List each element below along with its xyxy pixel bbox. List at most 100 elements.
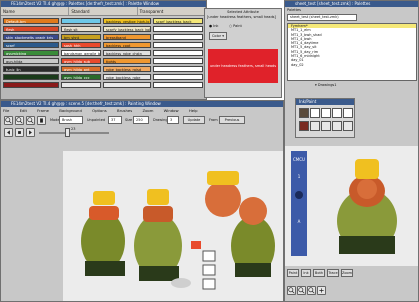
palette-cell-c[interactable] (153, 42, 203, 48)
palette-cell-b[interactable]: backless_coat (103, 42, 151, 48)
column-header-name[interactable]: Name (1, 7, 70, 15)
hand-tool-icon[interactable] (37, 116, 46, 125)
palette-cell-standard[interactable]: flesh sit (61, 26, 101, 32)
palette-cell-standard[interactable]: bandsman_gergile_bm_stm (61, 50, 101, 56)
ink-radio[interactable]: ● Ink (209, 24, 218, 28)
menu-frame[interactable]: Frame (37, 108, 49, 113)
prev-frame-icon[interactable] (4, 128, 13, 137)
menu-zoom[interactable]: Zoom (142, 108, 153, 113)
zoom-tool-icon[interactable] (343, 121, 353, 131)
palette-cell-standard[interactable]: gym_hilda_sub (61, 58, 101, 64)
tab-both[interactable]: Both (313, 269, 325, 277)
palette-cell-standard[interactable]: gym_hilda_pnt (61, 66, 101, 72)
palette-cell-b[interactable]: scarfy_backless_back_kobi (103, 26, 151, 32)
palette-cell-standard[interactable]: bm_shnt (61, 34, 101, 40)
palette-row[interactable]: flesh flesh sit scarfy_backless_back_kob… (1, 26, 206, 33)
stop-icon[interactable] (15, 128, 24, 137)
ink-tool-icon[interactable] (310, 121, 320, 131)
column-header-transparent[interactable]: Transparent (138, 7, 206, 15)
menu-brushes[interactable]: Brushes (117, 108, 132, 113)
tab-ink[interactable]: Ink (301, 269, 311, 277)
palette-cell-name[interactable] (3, 82, 59, 88)
palette-cell-c[interactable] (153, 50, 203, 56)
tab-trace[interactable]: Trace (327, 269, 339, 277)
palette-cell-b[interactable]: tights (103, 58, 151, 64)
palette-cell-name[interactable]: scarf (3, 42, 59, 48)
palette-row[interactable]: gyumicking bandsman_gergile_bm_stm backl… (1, 50, 206, 57)
next-frame-icon[interactable] (26, 128, 35, 137)
zoom-reset-icon[interactable] (26, 116, 35, 125)
palette-select[interactable]: sheet_test (sheet_test.zmk) (287, 14, 357, 21)
palette-cell-b[interactable]: breastband (103, 34, 151, 40)
palette-cell-c[interactable] (153, 58, 203, 64)
palette-cell-name[interactable] (3, 74, 59, 80)
column-header-standard[interactable]: Standard (69, 7, 138, 15)
frame-slider-handle[interactable] (65, 128, 70, 137)
unpainted-field[interactable]: 37 (108, 116, 122, 124)
palette-cell-c[interactable] (153, 66, 203, 72)
palette-row[interactable]: Default-bm backless_vestige_high-lo scar… (1, 18, 206, 25)
palette-row[interactable] (1, 82, 206, 89)
menu-background[interactable]: Background (59, 108, 82, 113)
painting-canvas[interactable] (63, 151, 283, 301)
eraser-tool-icon[interactable] (332, 121, 342, 131)
zoom-out-icon[interactable] (297, 286, 306, 295)
palette-cell-c[interactable] (153, 26, 203, 32)
palette-cell-name[interactable]: tunic_lin (3, 66, 59, 72)
palette-cell-c[interactable] (153, 74, 203, 80)
menu-options[interactable]: Options (92, 108, 107, 113)
update-button[interactable]: Update (183, 116, 205, 124)
magnify-tool-icon[interactable] (343, 108, 353, 118)
palette-cell-c[interactable] (153, 34, 203, 40)
palette-cell-b[interactable]: backless_robe_chstn (103, 50, 151, 56)
palette-cell-b[interactable]: backless_vestige_high-lo (103, 18, 151, 24)
palette-cell-c[interactable]: scarf_backless_back (153, 18, 203, 24)
palette-list-item[interactable]: day_02 (288, 63, 416, 67)
palette-cell-name[interactable]: gyumicking (3, 50, 59, 56)
palette-cell-name[interactable]: Default-bm (3, 18, 59, 24)
palette-cell-standard[interactable]: gym_hilda_ccc (61, 74, 101, 80)
palette-cell-standard[interactable] (61, 18, 101, 24)
palette-row[interactable]: gun-hilda gym_hilda_sub tights (1, 58, 206, 65)
paint-radio[interactable]: ○ Paint (229, 24, 242, 28)
palette-row[interactable]: scarf sash_hhh backless_coat (1, 42, 206, 49)
palette-row[interactable]: skin_stockmelts_gradr_kris bm_shnt breas… (1, 34, 206, 41)
zoom-in-icon[interactable] (4, 116, 13, 125)
brush-tool-icon[interactable] (310, 108, 320, 118)
paint-bucket-icon[interactable] (321, 121, 331, 131)
ink-paint-title[interactable]: Ink/Paint (296, 99, 354, 105)
zoom-out-icon[interactable] (15, 116, 24, 125)
mode-select[interactable]: Brush (59, 116, 83, 124)
previous-dropdown[interactable]: Previous (219, 116, 245, 124)
color-swatch[interactable]: under headress feathers, small heads (208, 49, 278, 83)
palette-cell-b[interactable]: robe_backless_robe (103, 74, 151, 80)
palette-cell-b[interactable] (103, 82, 151, 88)
flip-icon[interactable] (317, 286, 326, 295)
palette-cell-standard[interactable]: sash_hhh (61, 42, 101, 48)
tab-paint[interactable]: Paint (287, 269, 299, 277)
palette-cell-standard[interactable] (61, 82, 101, 88)
tab-zoom[interactable]: Zoom (341, 269, 353, 277)
palette-cell-name[interactable]: gun-hilda (3, 58, 59, 64)
zoom-fit-icon[interactable] (307, 286, 316, 295)
palette-cell-name[interactable]: skin_stockmelts_gradr_kris (3, 34, 59, 40)
eyedropper-tool-icon[interactable] (299, 108, 309, 118)
menu-window[interactable]: Window (164, 108, 179, 113)
zoom-in-icon[interactable] (287, 286, 296, 295)
selected-color-icon[interactable] (299, 121, 309, 131)
size-field[interactable]: 250 (133, 116, 149, 124)
palette-cell-b[interactable]: robe_backless_raisd (103, 66, 151, 72)
palette-cell-name[interactable]: flesh (3, 26, 59, 32)
menu-file[interactable]: File (3, 108, 9, 113)
palette-row[interactable]: tunic_lin gym_hilda_pnt robe_backless_ra… (1, 66, 206, 73)
drawings-toggle[interactable]: ▾ Drawings1 (315, 83, 336, 87)
menu-edit[interactable]: Edit (20, 108, 27, 113)
color-dropdown[interactable]: Color ▾ (209, 32, 227, 40)
palette-cell-c[interactable] (153, 82, 203, 88)
pencil-tool-icon[interactable] (332, 108, 342, 118)
menu-help[interactable]: Help (189, 108, 198, 113)
palette-row[interactable]: gym_hilda_ccc robe_backless_robe (1, 74, 206, 81)
drawing-field[interactable]: 3 (167, 116, 179, 124)
fill-tool-icon[interactable] (321, 108, 331, 118)
right-canvas[interactable]: CMCU 1 A (285, 146, 418, 266)
